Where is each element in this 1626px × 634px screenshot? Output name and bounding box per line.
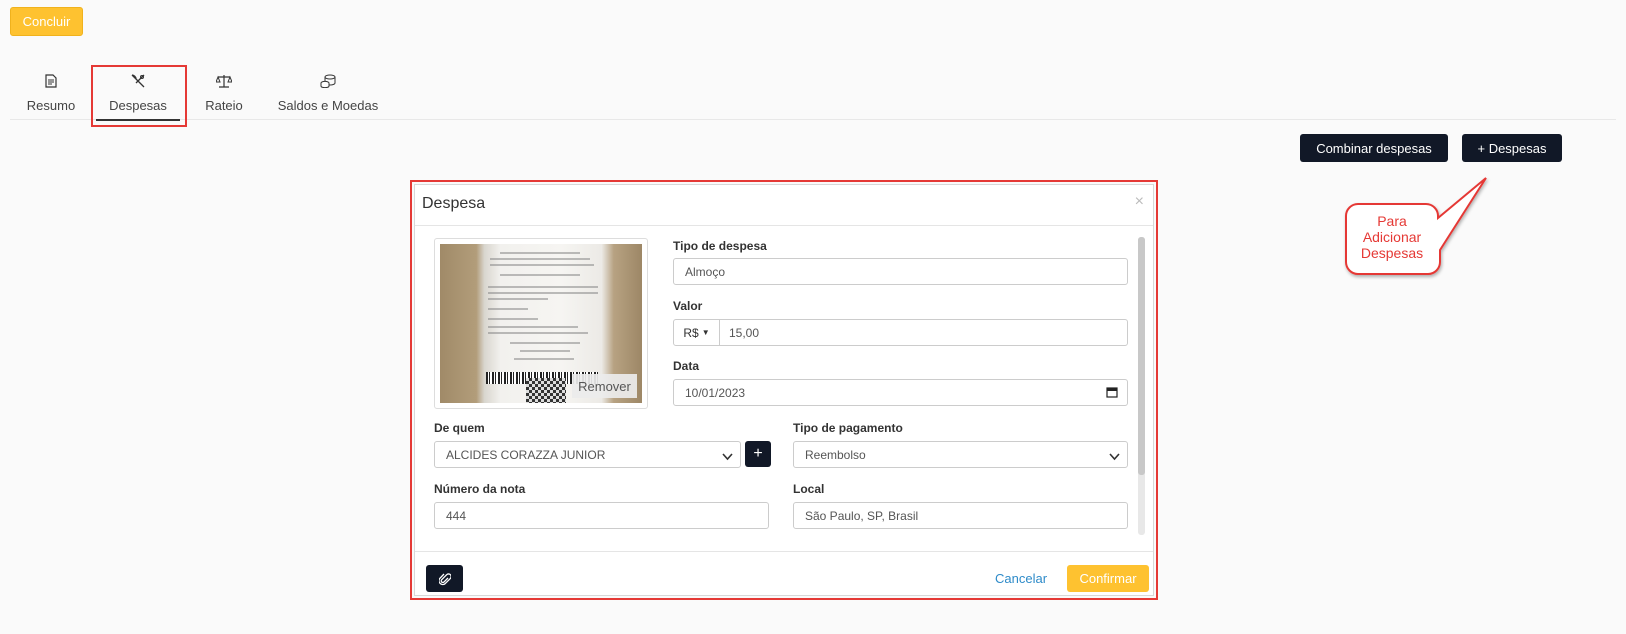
- de-quem-select[interactable]: ALCIDES CORAZZA JUNIOR: [434, 441, 741, 468]
- modal-title: Despesa: [422, 195, 486, 212]
- callout-line-1: Para: [1377, 213, 1407, 229]
- tipo-despesa-field[interactable]: Almoço: [673, 258, 1128, 285]
- numero-nota-value: 444: [446, 508, 467, 523]
- currency-value: R$: [683, 325, 699, 340]
- modal-scrollbar[interactable]: [1138, 237, 1145, 535]
- local-label: Local: [793, 482, 825, 496]
- data-input[interactable]: 10/01/2023: [673, 379, 1128, 406]
- caret-down-icon: ▼: [701, 328, 710, 337]
- add-person-button[interactable]: +: [745, 441, 771, 467]
- tipo-despesa-value: Almoço: [685, 264, 726, 279]
- receipt-image-frame: Remover: [434, 238, 648, 409]
- confirmar-button[interactable]: Confirmar: [1067, 565, 1149, 592]
- coins-icon: [320, 72, 336, 90]
- currency-dropdown[interactable]: R$ ▼: [673, 319, 720, 346]
- combinar-despesas-button[interactable]: Combinar despesas: [1300, 134, 1448, 162]
- remover-button[interactable]: Remover: [572, 374, 637, 398]
- callout-line-3: Despesas: [1360, 245, 1424, 261]
- modal-footer-divider: [415, 551, 1153, 552]
- scrollbar-thumb[interactable]: [1138, 237, 1145, 475]
- concluir-button[interactable]: Concluir: [10, 7, 83, 36]
- valor-value: 15,00: [729, 325, 760, 340]
- local-value: São Paulo, SP, Brasil: [805, 508, 919, 523]
- de-quem-value: ALCIDES CORAZZA JUNIOR: [446, 447, 606, 462]
- local-input[interactable]: São Paulo, SP, Brasil: [793, 502, 1128, 529]
- chevron-down-icon: [1109, 450, 1120, 464]
- tab-saldos-moedas[interactable]: Saldos e Moedas: [272, 60, 384, 119]
- tab-saldos-label: Saldos e Moedas: [277, 98, 379, 113]
- valor-input[interactable]: 15,00: [719, 319, 1128, 346]
- de-quem-label: De quem: [434, 421, 485, 435]
- attach-button[interactable]: [426, 565, 463, 592]
- chevron-down-icon: [722, 450, 733, 464]
- tipo-despesa-label: Tipo de despesa: [673, 239, 767, 253]
- tab-resumo-label: Resumo: [26, 98, 76, 113]
- receipt-photo: Remover: [440, 244, 642, 403]
- tipo-pagamento-value: Reembolso: [805, 447, 866, 462]
- close-icon[interactable]: ×: [1135, 193, 1144, 211]
- numero-nota-label: Número da nota: [434, 482, 526, 496]
- cancelar-button[interactable]: Cancelar: [995, 571, 1047, 586]
- tipo-pagamento-select[interactable]: Reembolso: [793, 441, 1128, 468]
- callout-line-2: Adicionar: [1362, 229, 1422, 245]
- paperclip-icon: [438, 572, 451, 585]
- despesa-modal: Despesa × Remover Tipo de despesa Almoço…: [414, 184, 1154, 596]
- data-value: 10/01/2023: [685, 385, 746, 400]
- calendar-icon[interactable]: [1106, 386, 1118, 401]
- tab-resumo[interactable]: Resumo: [21, 60, 81, 119]
- data-label: Data: [673, 359, 700, 373]
- numero-nota-input[interactable]: 444: [434, 502, 769, 529]
- modal-header-divider: [415, 225, 1153, 226]
- tab-bar: Resumo Despesas Rateio Saldos e Moedas: [10, 60, 1616, 121]
- valor-label: Valor: [673, 299, 703, 313]
- document-icon: [45, 72, 57, 90]
- add-despesas-button[interactable]: + Despesas: [1462, 134, 1562, 162]
- scale-icon: [216, 72, 232, 90]
- callout-text: Para Adicionar Despesas: [1346, 213, 1438, 261]
- tab-rateio-label: Rateio: [205, 98, 243, 113]
- tab-highlight-annotation: [91, 65, 187, 127]
- tipo-pagamento-label: Tipo de pagamento: [793, 421, 903, 435]
- tab-rateio[interactable]: Rateio: [198, 60, 250, 119]
